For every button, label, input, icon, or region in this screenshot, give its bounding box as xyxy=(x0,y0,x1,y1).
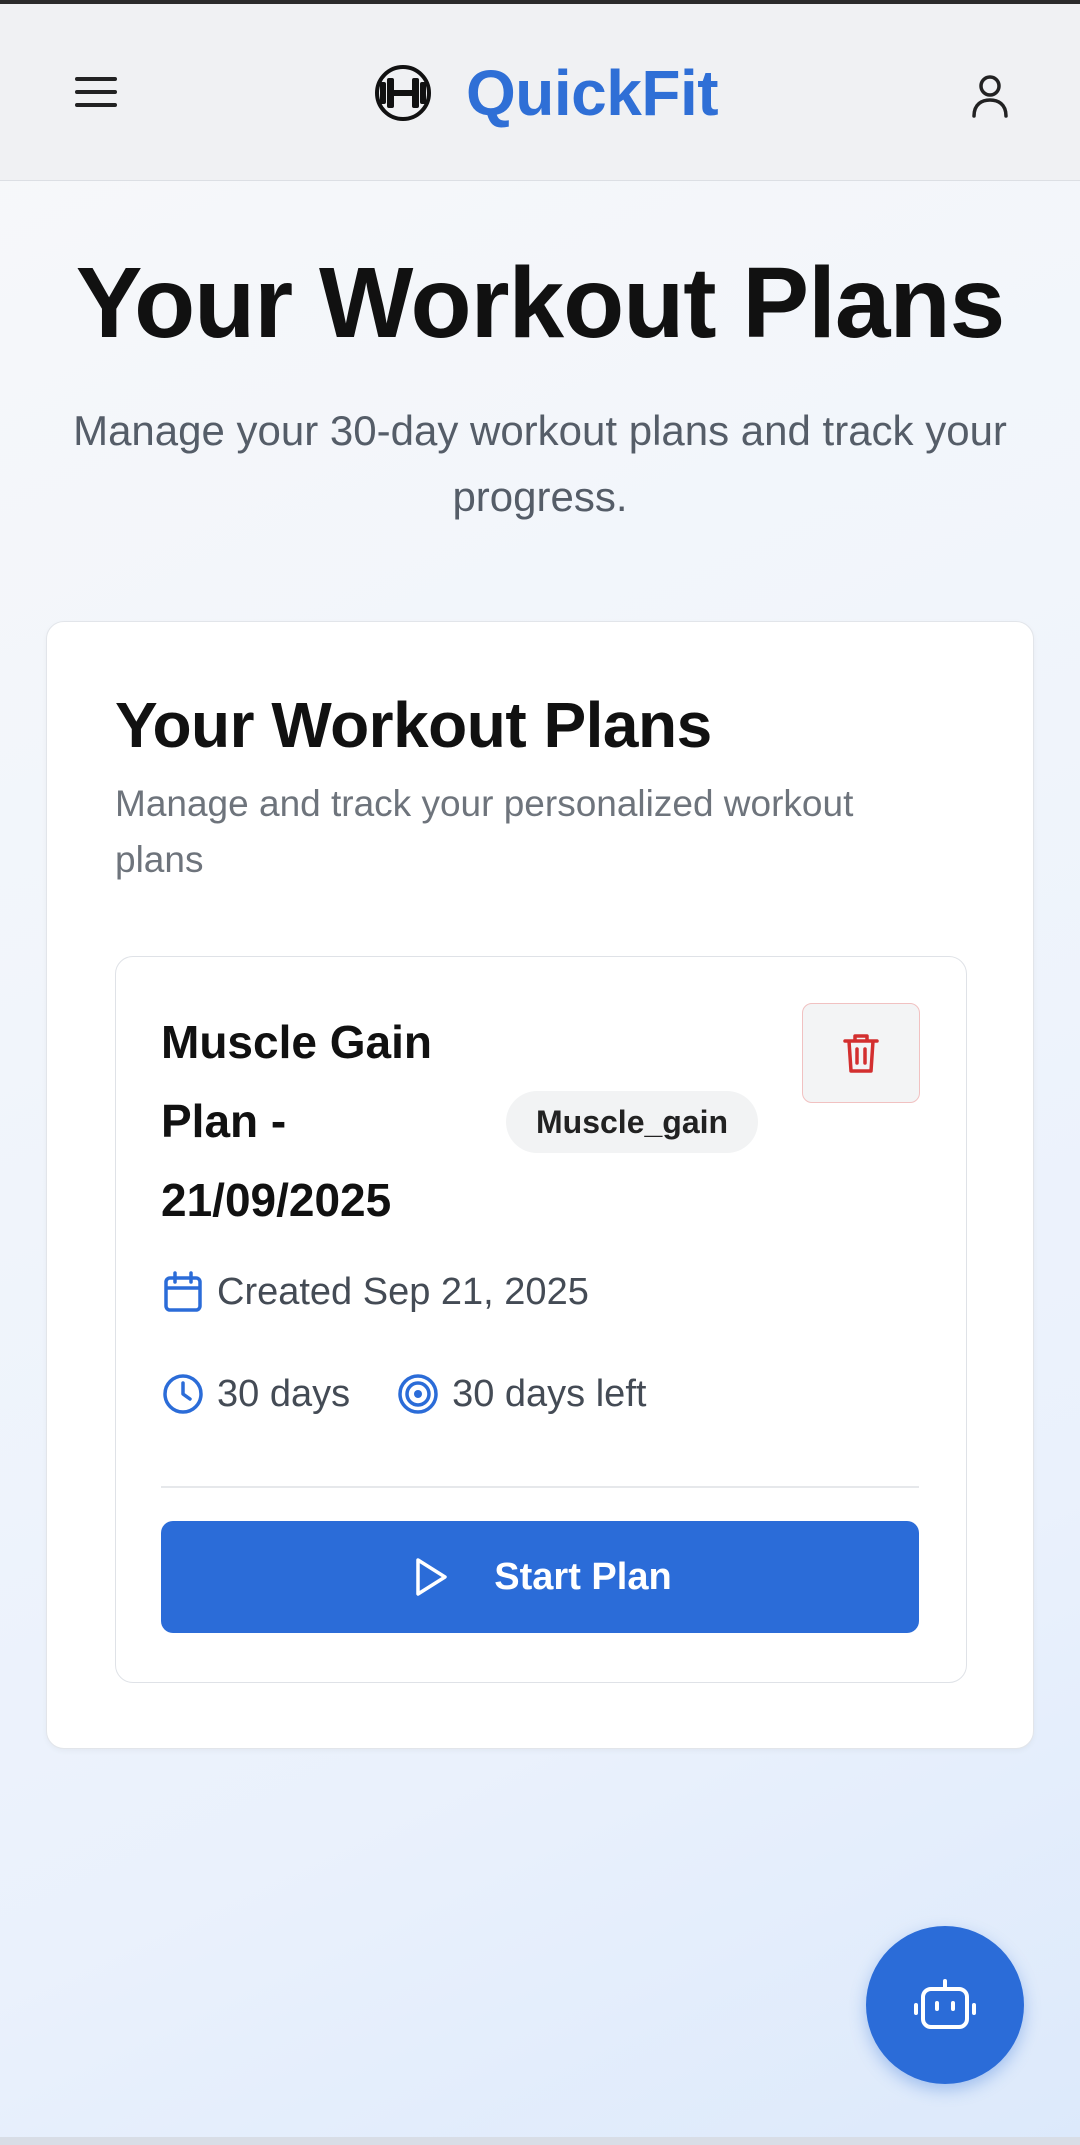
calendar-icon xyxy=(164,1271,202,1312)
plan-name: Muscle Gain Plan - 21/09/2025 xyxy=(161,1016,432,1226)
trash-icon xyxy=(843,1034,879,1073)
menu-button[interactable] xyxy=(70,66,122,118)
duration-stat: 30 days xyxy=(161,1372,350,1416)
clock-icon xyxy=(163,1374,203,1414)
page-subtitle: Manage your 30-day workout plans and tra… xyxy=(73,407,1007,520)
divider xyxy=(161,1486,919,1488)
assistant-chat-button[interactable] xyxy=(866,1926,1024,2084)
dumbbell-icon xyxy=(375,65,431,121)
remaining-stat: 30 days left xyxy=(396,1372,646,1416)
workout-plans-card: Your Workout Plans Manage and track your… xyxy=(46,621,1034,1749)
start-plan-button[interactable]: Start Plan xyxy=(161,1521,919,1633)
user-icon xyxy=(972,75,1008,118)
page-title: Your Workout Plans xyxy=(75,247,1005,359)
plan-stats: 30 days 30 days left xyxy=(161,1369,692,1419)
play-icon xyxy=(416,1558,448,1596)
target-icon xyxy=(398,1374,438,1414)
goal-badge: Muscle_gain xyxy=(506,1091,759,1153)
app-header: QuickFit xyxy=(0,4,1080,181)
remaining-text: 30 days left xyxy=(452,1372,647,1415)
section-subtitle: Manage and track your personalized worko… xyxy=(115,783,854,880)
plan-item: Muscle Gain Plan - 21/09/2025 Muscle_gai… xyxy=(115,956,967,1683)
profile-button[interactable] xyxy=(964,70,1016,122)
duration-text: 30 days xyxy=(217,1372,351,1415)
created-text: Created Sep 21, 2025 xyxy=(217,1270,589,1313)
start-plan-label: Start Plan xyxy=(494,1555,672,1598)
hamburger-menu-icon xyxy=(75,77,117,107)
section-title: Your Workout Plans xyxy=(115,689,712,761)
brand-logo[interactable]: QuickFit xyxy=(372,57,719,129)
created-date: Created Sep 21, 2025 xyxy=(161,1267,589,1317)
bottom-edge xyxy=(0,2137,1080,2145)
robot-icon xyxy=(914,1979,976,2029)
app-name: QuickFit xyxy=(466,57,719,129)
delete-plan-button[interactable] xyxy=(802,1003,920,1103)
